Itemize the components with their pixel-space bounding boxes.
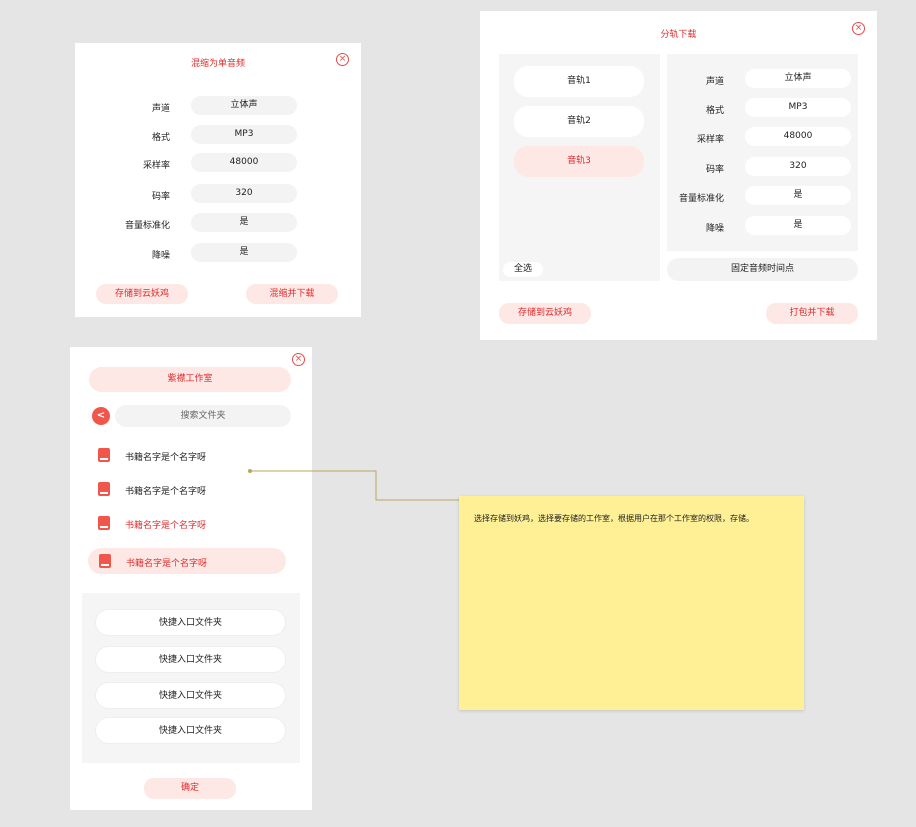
format-value[interactable]: MP3 (191, 125, 297, 144)
normalize-label: 音量标准化 (678, 194, 724, 204)
book-icon (98, 448, 110, 462)
confirm-button[interactable]: 确定 (144, 778, 236, 799)
book-label: 书籍名字是个名字呀 (126, 559, 208, 569)
close-icon[interactable]: × (852, 22, 865, 35)
bitrate-value[interactable]: 320 (191, 184, 297, 203)
book-item[interactable]: 书籍名字是个名字呀 (98, 515, 278, 533)
search-input[interactable]: 搜索文件夹 (115, 405, 291, 427)
book-icon (99, 554, 111, 568)
channel-label: 声道 (151, 104, 170, 114)
sample-rate-value[interactable]: 48000 (191, 153, 297, 172)
format-label: 格式 (151, 133, 170, 143)
channel-label: 声道 (705, 77, 724, 87)
sample-rate-label: 采样率 (696, 135, 724, 145)
book-icon (98, 516, 110, 530)
mixdown-panel: 混缩为单音频 × 声道 立体声 格式 MP3 采样率 48000 码率 320 … (75, 43, 361, 317)
shortcut-folder[interactable]: 快捷入口文件夹 (95, 717, 286, 744)
denoise-value[interactable]: 是 (745, 216, 851, 235)
select-all-button[interactable]: 全选 (503, 262, 543, 277)
pack-download-button[interactable]: 打包并下载 (766, 303, 858, 324)
book-item[interactable]: 书籍名字是个名字呀 (98, 481, 278, 499)
book-label: 书籍名字是个名字呀 (125, 521, 207, 531)
mix-download-button[interactable]: 混缩并下载 (246, 284, 338, 304)
note-text: 选择存储到妖鸡，选择要存储的工作室，根据用户在那个工作室的权限，存储。 (474, 514, 754, 523)
folder-picker-panel: × 紫襟工作室 < 搜索文件夹 书籍名字是个名字呀 书籍名字是个名字呀 书籍名字… (70, 347, 312, 810)
stem-download-title: 分轨下载 (660, 30, 697, 40)
back-icon[interactable]: < (92, 407, 110, 425)
track-list: 音轨1 音轨2 音轨3 全选 (499, 54, 660, 281)
shortcut-folder[interactable]: 快捷入口文件夹 (95, 609, 286, 636)
sample-rate-value[interactable]: 48000 (745, 127, 851, 146)
shortcut-folder[interactable]: 快捷入口文件夹 (95, 646, 286, 673)
stem-download-panel: 分轨下载 × 音轨1 音轨2 音轨3 全选 声道 立体声 格式 MP3 采样率 … (480, 11, 877, 340)
normalize-value[interactable]: 是 (745, 186, 851, 205)
normalize-label: 音量标准化 (124, 221, 170, 231)
bitrate-value[interactable]: 320 (745, 157, 851, 176)
book-item-selected[interactable]: 书籍名字是个名字呀 (88, 548, 286, 574)
fixed-time-button[interactable]: 固定音频时间点 (667, 258, 858, 281)
sticky-note: 选择存储到妖鸡，选择要存储的工作室，根据用户在那个工作室的权限，存储。 (459, 496, 804, 710)
save-to-cloud-button[interactable]: 存储到云妖鸡 (96, 284, 188, 304)
book-label: 书籍名字是个名字呀 (125, 453, 207, 463)
sample-rate-label: 采样率 (142, 161, 170, 171)
denoise-value[interactable]: 是 (191, 243, 297, 262)
save-to-cloud-button[interactable]: 存储到云妖鸡 (499, 303, 591, 324)
channel-value[interactable]: 立体声 (745, 69, 851, 88)
shortcut-list: 快捷入口文件夹 快捷入口文件夹 快捷入口文件夹 快捷入口文件夹 (82, 593, 300, 763)
denoise-label: 降噪 (151, 251, 170, 261)
track-item-1[interactable]: 音轨1 (514, 66, 644, 97)
mixdown-title: 混缩为单音频 (190, 59, 245, 69)
shortcut-folder[interactable]: 快捷入口文件夹 (95, 682, 286, 709)
book-label: 书籍名字是个名字呀 (125, 487, 207, 497)
track-item-2[interactable]: 音轨2 (514, 106, 644, 137)
book-item[interactable]: 书籍名字是个名字呀 (98, 447, 278, 465)
bitrate-label: 码率 (705, 165, 724, 175)
denoise-label: 降噪 (705, 224, 724, 234)
normalize-value[interactable]: 是 (191, 213, 297, 232)
book-icon (98, 482, 110, 496)
format-label: 格式 (705, 106, 724, 116)
close-icon[interactable]: × (292, 353, 305, 366)
track-item-3[interactable]: 音轨3 (514, 146, 644, 177)
format-value[interactable]: MP3 (745, 98, 851, 117)
track-settings: 声道 立体声 格式 MP3 采样率 48000 码率 320 音量标准化 是 降… (667, 54, 858, 251)
studio-selector[interactable]: 紫襟工作室 (89, 367, 291, 392)
close-icon[interactable]: × (336, 53, 349, 66)
channel-value[interactable]: 立体声 (191, 96, 297, 115)
bitrate-label: 码率 (151, 192, 170, 202)
